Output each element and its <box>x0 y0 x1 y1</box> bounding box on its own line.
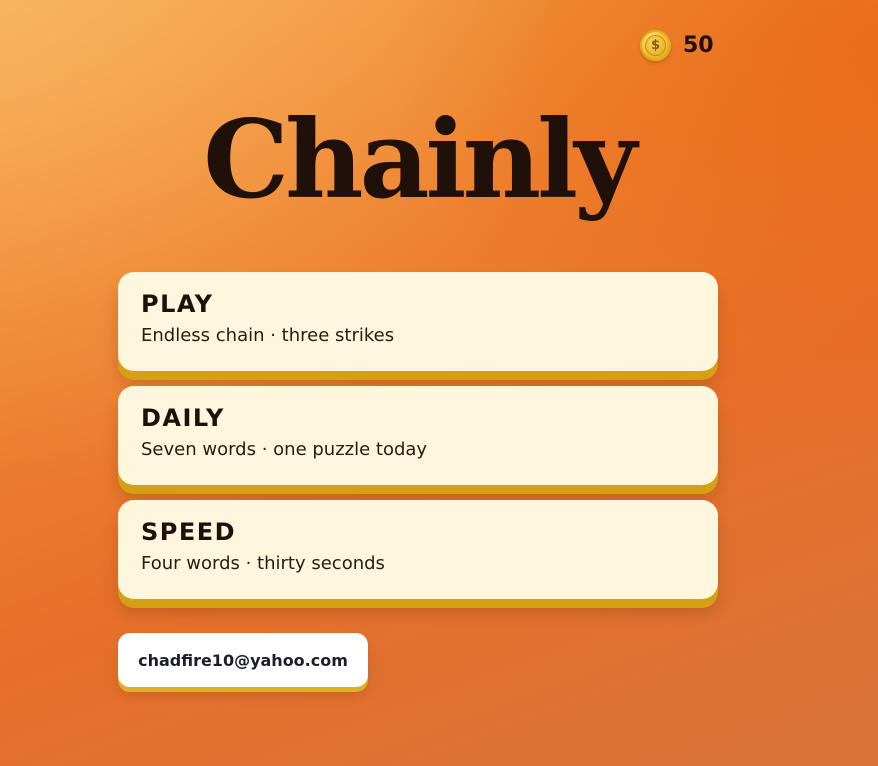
coin-symbol: $ <box>645 35 666 56</box>
coin-count: 50 <box>683 33 714 58</box>
dollar-coin-icon: $ <box>640 30 671 61</box>
mode-title: SPEED <box>141 518 237 546</box>
app-title: Chainly <box>203 97 637 223</box>
mode-list: PLAY Endless chain · three strikes DAILY… <box>118 272 718 614</box>
mode-description: Endless chain · three strikes <box>141 324 395 346</box>
play-mode-button[interactable]: PLAY Endless chain · three strikes <box>118 272 718 371</box>
daily-mode-button[interactable]: DAILY Seven words · one puzzle today <box>118 386 718 485</box>
mode-title: PLAY <box>141 290 214 318</box>
mode-description: Four words · thirty seconds <box>141 552 385 574</box>
mode-description: Seven words · one puzzle today <box>141 438 428 460</box>
speed-mode-button[interactable]: SPEED Four words · thirty seconds <box>118 500 718 599</box>
account-email-button[interactable]: chadfire10@yahoo.com <box>118 633 368 687</box>
mode-title: DAILY <box>141 404 225 432</box>
coin-balance: $ 50 <box>640 30 714 61</box>
